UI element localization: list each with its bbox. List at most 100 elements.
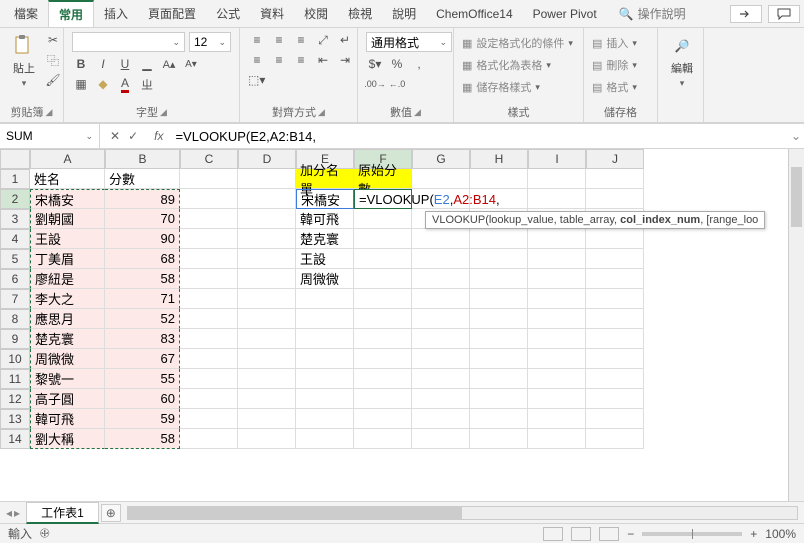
column-header-B[interactable]: B — [105, 149, 180, 169]
font-color-button[interactable]: A — [116, 76, 134, 92]
formula-expand-button[interactable]: ⌄ — [788, 129, 804, 143]
cell-F7[interactable] — [354, 289, 412, 309]
cell-styles-button[interactable]: ▦儲存格樣式▾ — [462, 76, 540, 98]
cell-A14[interactable]: 劉大稱 — [30, 429, 105, 449]
cell-C4[interactable] — [180, 229, 238, 249]
editing-button[interactable]: 🔎 編輯 ▾ — [666, 32, 698, 91]
cell-E7[interactable] — [296, 289, 354, 309]
new-sheet-button[interactable]: ⊕ — [101, 504, 121, 522]
currency-button[interactable]: $▾ — [366, 56, 384, 72]
cell-B4[interactable]: 90 — [105, 229, 180, 249]
copy-button[interactable]: ⿻ — [44, 52, 62, 68]
cell-E2[interactable]: 宋橋安 — [296, 189, 354, 209]
cell-D4[interactable] — [238, 229, 296, 249]
decrease-decimal-button[interactable]: ←.0 — [388, 76, 406, 92]
comments-button[interactable] — [768, 5, 800, 23]
cell-G6[interactable] — [412, 269, 470, 289]
cell-H9[interactable] — [470, 329, 528, 349]
scroll-thumb[interactable] — [128, 507, 463, 519]
cell-E9[interactable] — [296, 329, 354, 349]
insert-cells-button[interactable]: ▤插入▾ — [592, 32, 637, 54]
cell-E8[interactable] — [296, 309, 354, 329]
align-bottom-button[interactable]: ≡ — [292, 32, 310, 48]
cell-B2[interactable]: 89 — [105, 189, 180, 209]
cell-J9[interactable] — [586, 329, 644, 349]
tab-review[interactable]: 校閱 — [294, 1, 338, 26]
cell-A5[interactable]: 丁美眉 — [30, 249, 105, 269]
cell-A2[interactable]: 宋橋安 — [30, 189, 105, 209]
cell-H7[interactable] — [470, 289, 528, 309]
cell-I13[interactable] — [528, 409, 586, 429]
cell-C13[interactable] — [180, 409, 238, 429]
cell-G1[interactable] — [412, 169, 470, 189]
cell-I4[interactable] — [528, 229, 586, 249]
vertical-scrollbar[interactable] — [788, 149, 804, 501]
shrink-font-button[interactable]: A▾ — [182, 56, 200, 72]
cell-B3[interactable]: 70 — [105, 209, 180, 229]
merge-center-button[interactable]: ⬚▾ — [248, 72, 265, 88]
cell-J12[interactable] — [586, 389, 644, 409]
cell-B13[interactable]: 59 — [105, 409, 180, 429]
tab-powerpivot[interactable]: Power Pivot — [523, 3, 607, 25]
row-header-7[interactable]: 7 — [0, 289, 30, 309]
zoom-out-button[interactable]: − — [627, 527, 634, 541]
tab-home[interactable]: 常用 — [48, 0, 94, 27]
cell-F8[interactable] — [354, 309, 412, 329]
dialog-launcher-icon[interactable]: ◢ — [46, 107, 53, 118]
cell-C2[interactable] — [180, 189, 238, 209]
cell-H8[interactable] — [470, 309, 528, 329]
sheet-nav-first[interactable]: ◂ — [6, 506, 12, 520]
paste-button[interactable]: 貼上 ▾ — [8, 32, 40, 91]
row-header-4[interactable]: 4 — [0, 229, 30, 249]
cell-J7[interactable] — [586, 289, 644, 309]
percent-button[interactable]: % — [388, 56, 406, 72]
tab-help[interactable]: 說明 — [382, 1, 426, 26]
column-header-I[interactable]: I — [528, 149, 586, 169]
cell-H5[interactable] — [470, 249, 528, 269]
chevron-down-icon[interactable]: ⌄ — [85, 131, 93, 142]
cell-J11[interactable] — [586, 369, 644, 389]
fx-icon[interactable]: fx — [148, 129, 169, 143]
borders-button[interactable]: ▦ — [72, 76, 90, 92]
cell-F3[interactable] — [354, 209, 412, 229]
cell-C11[interactable] — [180, 369, 238, 389]
cell-F6[interactable] — [354, 269, 412, 289]
decrease-indent-button[interactable]: ⇤ — [314, 52, 332, 68]
format-as-table-button[interactable]: ▦格式化為表格▾ — [462, 54, 551, 76]
sheet-tab-1[interactable]: 工作表1 — [26, 502, 99, 524]
zoom-in-button[interactable]: + — [750, 527, 757, 541]
accessibility-icon[interactable]: 🕀 — [40, 526, 50, 541]
increase-decimal-button[interactable]: .00→ — [366, 76, 384, 92]
cell-H12[interactable] — [470, 389, 528, 409]
cell-I6[interactable] — [528, 269, 586, 289]
cell-C1[interactable] — [180, 169, 238, 189]
cell-H10[interactable] — [470, 349, 528, 369]
row-header-5[interactable]: 5 — [0, 249, 30, 269]
cell-C14[interactable] — [180, 429, 238, 449]
confirm-formula-button[interactable]: ✓ — [128, 129, 138, 143]
increase-indent-button[interactable]: ⇥ — [336, 52, 354, 68]
cell-D3[interactable] — [238, 209, 296, 229]
view-normal-button[interactable] — [543, 527, 563, 541]
cell-A1[interactable]: 姓名 — [30, 169, 105, 189]
cell-B6[interactable]: 58 — [105, 269, 180, 289]
tab-insert[interactable]: 插入 — [94, 1, 138, 26]
cell-I2[interactable] — [528, 189, 586, 209]
orientation-button[interactable]: ⤢ — [314, 32, 332, 48]
cell-G14[interactable] — [412, 429, 470, 449]
cell-H6[interactable] — [470, 269, 528, 289]
cell-A9[interactable]: 楚克寰 — [30, 329, 105, 349]
name-box[interactable]: SUM ⌄ — [0, 124, 100, 148]
cell-C12[interactable] — [180, 389, 238, 409]
cell-C5[interactable] — [180, 249, 238, 269]
column-header-G[interactable]: G — [412, 149, 470, 169]
font-size-combo[interactable]: 12⌄ — [189, 32, 231, 52]
row-header-10[interactable]: 10 — [0, 349, 30, 369]
view-pagebreak-button[interactable] — [599, 527, 619, 541]
row-header-12[interactable]: 12 — [0, 389, 30, 409]
cell-I14[interactable] — [528, 429, 586, 449]
cell-F5[interactable] — [354, 249, 412, 269]
cell-B5[interactable]: 68 — [105, 249, 180, 269]
cell-F13[interactable] — [354, 409, 412, 429]
cell-G8[interactable] — [412, 309, 470, 329]
